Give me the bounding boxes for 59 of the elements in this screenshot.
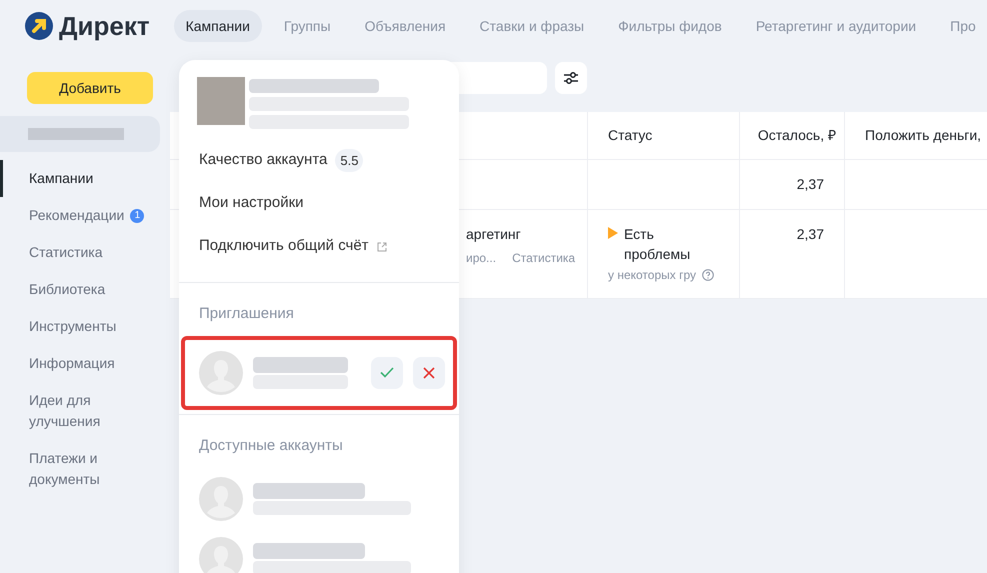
remaining-amount: 2,37 <box>796 225 824 244</box>
nav-tab[interactable]: Фильтры фидов <box>606 10 734 42</box>
quality-score: 5.5 <box>335 148 364 172</box>
section-title: Приглашения <box>198 304 295 324</box>
sidebar-label: Кампании <box>29 169 94 188</box>
status-note: у некоторых гру <box>608 267 696 284</box>
nav-tab[interactable]: Группы <box>272 10 343 42</box>
sidebar-label: Инструменты <box>29 317 116 336</box>
sidebar-item[interactable]: Статистика <box>0 234 170 271</box>
avatar-icon <box>199 537 243 573</box>
nav-tab[interactable]: Ретаргетинг и аудитории <box>744 10 928 42</box>
nav-tab[interactable]: Объявления <box>352 10 458 42</box>
sidebar-item[interactable]: Платежи и документы <box>0 440 170 498</box>
menu-item[interactable]: Подключить общий счёт <box>179 225 459 268</box>
menu-item[interactable]: Качество аккаунта 5.5 <box>179 139 459 182</box>
close-icon <box>423 366 435 378</box>
external-link-icon <box>376 242 387 252</box>
sidebar-label: Статистика <box>29 243 103 262</box>
sidebar-item[interactable]: Информация <box>0 345 170 382</box>
avatar-icon <box>199 350 243 394</box>
menu-label: Подключить общий счёт <box>199 236 369 256</box>
sidebar-label: Идеи для улучшения <box>29 391 102 431</box>
statistics-link[interactable]: Статистика <box>512 249 576 267</box>
column-header: Осталось, ₽ <box>740 112 845 159</box>
campaign-name[interactable]: аргетинг <box>466 224 587 245</box>
remaining-amount: 2,37 <box>796 175 824 194</box>
sidebar-label: Библиотека <box>29 280 106 299</box>
section-title: Доступные аккаунты <box>198 436 344 456</box>
nav-tab[interactable]: Ставки и фразы <box>468 10 596 42</box>
accept-button[interactable] <box>371 356 403 388</box>
menu-item[interactable]: Мои настройки <box>179 182 459 225</box>
menu-label: Качество аккаунта <box>199 150 328 170</box>
photo-placeholder <box>197 77 245 125</box>
nav-tab[interactable]: Кампании <box>174 10 262 42</box>
sidebar-item[interactable]: Инструменты <box>0 308 170 345</box>
account-selector[interactable] <box>0 116 160 152</box>
sliders-icon <box>563 71 579 85</box>
add-button[interactable]: Добавить <box>27 72 153 104</box>
campaign-sub: иро... <box>466 250 496 267</box>
column-header: Статус <box>588 112 740 159</box>
status-text: Есть проблемы <box>624 225 692 264</box>
nav-tab[interactable]: Про <box>938 10 987 42</box>
sidebar-label: Информация <box>29 354 115 373</box>
column-header: Положить деньги, <box>864 126 982 145</box>
help-icon[interactable] <box>702 269 714 281</box>
avatar-icon <box>199 477 243 521</box>
sidebar-item[interactable]: Рекомендации 1 <box>0 197 170 234</box>
logo-text: Директ <box>59 10 150 42</box>
sidebar-item[interactable]: Идеи для улучшения <box>0 382 170 440</box>
sidebar-item[interactable]: Библиотека <box>0 271 170 308</box>
warning-triangle-icon <box>608 227 618 239</box>
sidebar-label: Платежи и документы <box>29 449 101 489</box>
sidebar-label: Рекомендации <box>29 206 124 225</box>
filter-button[interactable] <box>555 62 587 94</box>
menu-label: Мои настройки <box>199 193 304 214</box>
notification-badge: 1 <box>130 208 144 222</box>
checkmark-icon <box>380 367 394 378</box>
logo-icon <box>25 12 53 40</box>
decline-button[interactable] <box>413 356 445 388</box>
